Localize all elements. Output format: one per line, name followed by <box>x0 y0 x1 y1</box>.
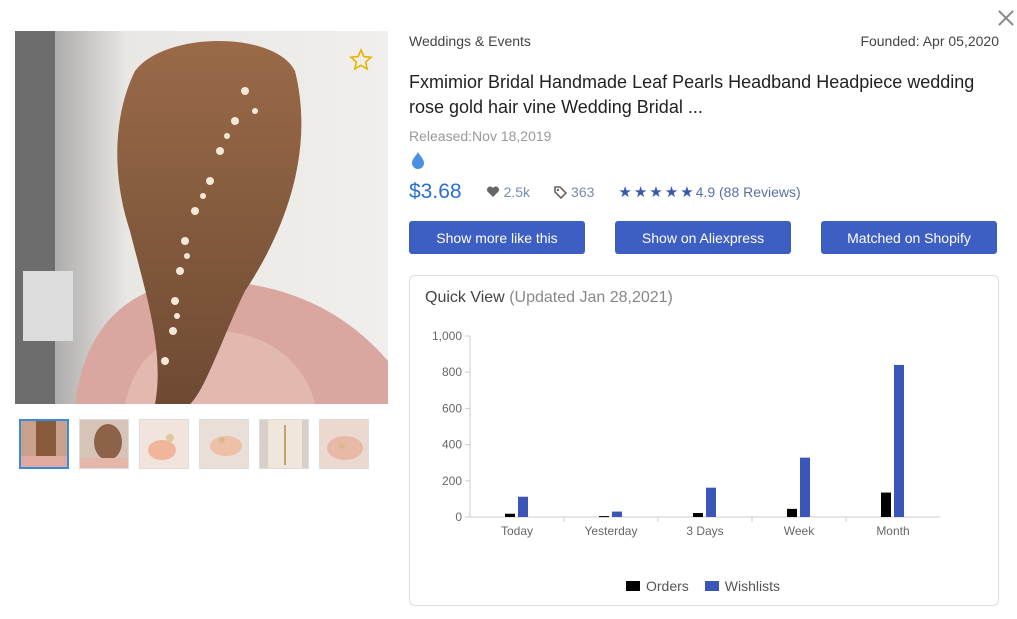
category-label: Weddings & Events <box>409 33 531 49</box>
quick-view-panel: Quick View (Updated Jan 28,2021) 0 200 400… <box>409 275 999 606</box>
close-icon[interactable] <box>996 8 1016 28</box>
y-tick-label: 1,000 <box>432 329 462 343</box>
quick-view-chart: 0 200 400 600 800 1,000 Today Yesterday 3 Days We… <box>432 329 940 538</box>
y-tick-label: 0 <box>455 510 462 524</box>
star-icon: ★ <box>649 184 663 201</box>
star-outline-icon[interactable] <box>349 48 373 72</box>
bar-wishlists <box>800 457 810 517</box>
tags-count: 363 <box>571 184 595 200</box>
bar-orders <box>599 516 609 518</box>
product-stats: $3.68 2.5k 363 ★ ★ ★ ★ ★ 4.9 (88 Reviews… <box>409 178 801 206</box>
x-tick-label: Today <box>501 524 533 538</box>
rating-text: 4.9 (88 Reviews) <box>695 184 801 200</box>
chart-legend: Orders Wishlists <box>626 578 796 594</box>
show-on-aliexpress-button[interactable]: Show on Aliexpress <box>615 221 791 254</box>
show-more-like-this-button[interactable]: Show more like this <box>409 221 585 254</box>
x-tick-label: Week <box>784 524 815 538</box>
bar-wishlists <box>894 364 904 517</box>
x-tick-label: Yesterday <box>585 524 638 538</box>
y-tick-label: 600 <box>442 401 462 415</box>
star-icon: ★ <box>680 184 694 201</box>
legend-wishlists[interactable]: Wishlists <box>704 578 780 594</box>
thumbnail[interactable] <box>259 419 309 469</box>
tag-icon <box>554 185 568 199</box>
thumbnail[interactable] <box>139 419 189 469</box>
likes-count: 2.5k <box>503 184 531 200</box>
bar-wishlists <box>612 511 622 517</box>
y-tick-label: 400 <box>442 438 462 452</box>
thumbnail[interactable] <box>19 419 69 469</box>
y-tick-label: 800 <box>442 365 462 379</box>
likes-stat: 2.5k <box>486 184 530 200</box>
tags-stat: 363 <box>554 184 594 200</box>
thumbnail[interactable] <box>199 419 249 469</box>
star-icon: ★ <box>633 184 648 201</box>
product-title: Fxmimior Bridal Handmade Leaf Pearls Hea… <box>409 72 975 117</box>
bar-wishlists <box>518 496 528 517</box>
founded-date: Founded: Apr 05,2020 <box>860 33 999 49</box>
released-date: Released:Nov 18,2019 <box>409 128 552 144</box>
bar-orders <box>693 513 703 517</box>
thumbnail-strip <box>19 419 369 469</box>
fire-drop-icon <box>412 152 424 169</box>
thumbnail[interactable] <box>319 419 369 469</box>
legend-orders[interactable]: Orders <box>626 578 689 594</box>
thumbnail[interactable] <box>79 419 129 469</box>
star-icon: ★ <box>664 184 679 201</box>
matched-on-shopify-button[interactable]: Matched on Shopify <box>821 221 997 254</box>
bar-wishlists <box>706 487 716 517</box>
product-price: $3.68 <box>409 180 462 203</box>
star-icon: ★ <box>618 184 632 201</box>
bar-orders <box>787 508 797 517</box>
product-main-image <box>15 31 388 404</box>
y-tick-label: 200 <box>442 474 462 488</box>
heart-icon <box>486 186 499 197</box>
bar-orders <box>881 492 891 517</box>
x-tick-label: 3 Days <box>686 524 723 538</box>
x-tick-label: Month <box>876 524 909 538</box>
bar-orders <box>505 513 515 517</box>
rating: ★ ★ ★ ★ ★ 4.9 (88 Reviews) <box>618 183 800 201</box>
